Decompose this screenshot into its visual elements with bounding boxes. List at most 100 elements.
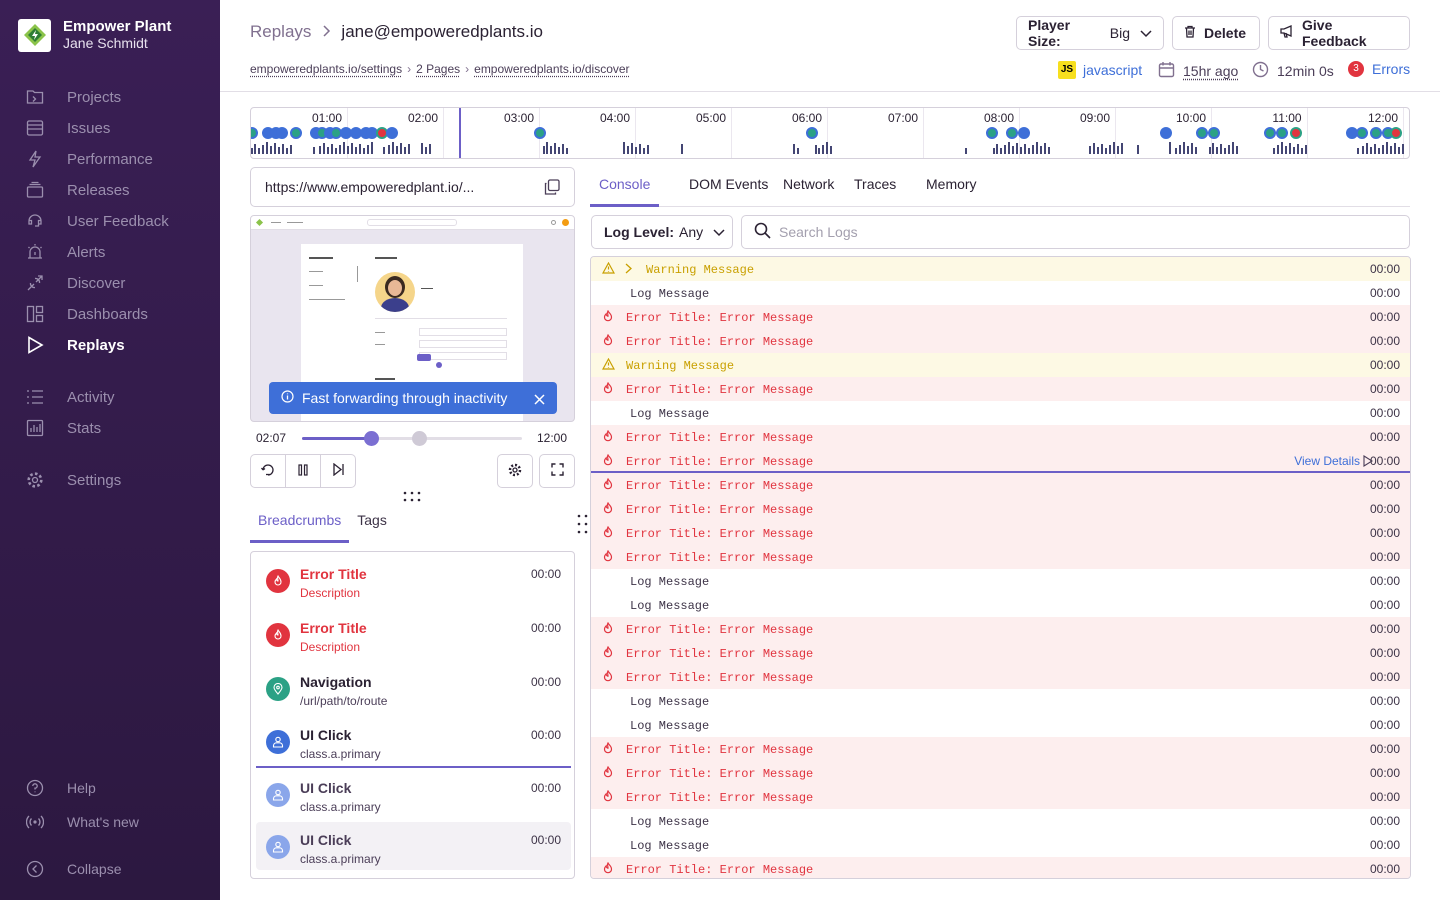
timeline-event-marker[interactable] — [1018, 127, 1030, 139]
console-row-log[interactable]: Log Message 00:00 — [591, 809, 1410, 833]
console-row-log[interactable]: Log Message 00:00 — [591, 833, 1410, 857]
console-row-error[interactable]: Error Title: Error Message 00:00 — [591, 617, 1410, 641]
url-trail-pages[interactable]: 2 Pages — [416, 62, 460, 76]
tab-dom-events[interactable]: DOM Events — [689, 176, 768, 207]
chevron-right-icon[interactable] — [625, 263, 632, 278]
console-row-error[interactable]: Error Title: Error Message 00:00 — [591, 425, 1410, 449]
console-row-error[interactable]: Error Title: Error Message 00:00 — [591, 857, 1410, 878]
sidebar-item-help[interactable]: Help — [24, 777, 96, 799]
tab-tags[interactable]: Tags — [349, 512, 395, 543]
console-row-error[interactable]: Error Title: Error Message 00:00 — [591, 329, 1410, 353]
player-settings-button[interactable] — [497, 454, 533, 488]
console-row-error[interactable]: Error Title: Error Message 00:00 — [591, 377, 1410, 401]
timeline-event-marker[interactable] — [1276, 127, 1288, 139]
sidebar-item-collapse[interactable]: Collapse — [24, 858, 121, 880]
timeline-event-marker[interactable] — [1196, 127, 1208, 139]
console-row-error[interactable]: Error Title: Error Message 00:00 — [591, 545, 1410, 569]
pause-button[interactable] — [285, 454, 321, 488]
timeline-event-marker[interactable] — [1006, 127, 1018, 139]
timeline-event-marker[interactable] — [1160, 127, 1172, 139]
console-row-log[interactable]: Log Message 00:00 — [591, 689, 1410, 713]
replay-player[interactable]: Fast forwarding through inactivity — [250, 215, 575, 422]
errors-meta[interactable]: 3 Errors — [1348, 61, 1410, 77]
player-size-dropdown[interactable]: Player Size: Big — [1016, 16, 1164, 50]
tab-console[interactable]: Console — [590, 176, 660, 207]
tab-network[interactable]: Network — [783, 176, 834, 207]
console-row-error[interactable]: Error Title: Error Message 00:00 — [591, 497, 1410, 521]
console-row-error[interactable]: Error Title: Error Message 00:00 — [591, 521, 1410, 545]
sidebar-item-releases[interactable]: Releases — [24, 179, 130, 201]
breadcrumb-item[interactable]: Navigation/url/path/to/route 00:00 — [256, 664, 571, 714]
sidebar-item-activity[interactable]: Activity — [24, 386, 115, 408]
platform-link[interactable]: javascript — [1083, 62, 1142, 78]
view-details-link[interactable]: View Details — [1294, 454, 1360, 468]
timeline-event-marker[interactable] — [986, 127, 998, 139]
timeline-event-marker[interactable] — [251, 127, 258, 139]
give-feedback-button[interactable]: Give Feedback — [1268, 16, 1410, 50]
timeline-event-marker[interactable] — [1356, 127, 1368, 139]
console-row-error[interactable]: Error Title: Error Message 00:00 — [591, 473, 1410, 497]
console-row-log[interactable]: Log Message 00:00 — [591, 281, 1410, 305]
search-logs-input[interactable] — [779, 224, 1379, 240]
console-row-log[interactable]: Log Message 00:00 — [591, 713, 1410, 737]
console-row-error[interactable]: Error Title: Error Message 00:00 — [591, 761, 1410, 785]
sidebar-item-performance[interactable]: Performance — [24, 148, 153, 170]
timeline-event-marker[interactable] — [1290, 127, 1302, 139]
sidebar-item-replays[interactable]: Replays — [24, 334, 125, 356]
console-row-log[interactable]: Log Message 00:00 — [591, 401, 1410, 425]
url-trail-discover[interactable]: empoweredplants.io/discover — [474, 62, 629, 76]
scrubber-handle[interactable] — [364, 431, 380, 446]
timeline-event-marker[interactable] — [1390, 127, 1402, 139]
breadcrumb-item[interactable]: Error Title Description 00:00 — [256, 610, 571, 660]
console-row-error[interactable]: Error Title: Error Message 00:00 — [591, 665, 1410, 689]
copy-icon[interactable] — [544, 179, 560, 198]
timeline-event-marker[interactable] — [1370, 127, 1382, 139]
console-row-warning[interactable]: Warning Message 00:00 — [591, 257, 1410, 281]
console-row-error[interactable]: Error Title: Error Message 00:00 — [591, 785, 1410, 809]
breadcrumb-item[interactable]: UI Click class.a.primary 00:00 — [256, 717, 571, 767]
console-row-error[interactable]: Error Title: Error Message 00:00 — [591, 737, 1410, 761]
sidebar-item-what-s-new[interactable]: What's new — [24, 811, 139, 833]
rewind-button[interactable] — [250, 454, 286, 488]
console-row-error[interactable]: Error Title: Error Message 00:00 — [591, 641, 1410, 665]
timeline-event-marker[interactable] — [1208, 127, 1220, 139]
org-switcher[interactable]: Empower Plant Jane Schmidt — [18, 18, 171, 52]
horizontal-resize-handle[interactable] — [577, 514, 589, 537]
timeline-event-marker[interactable] — [806, 127, 818, 139]
next-button[interactable] — [320, 454, 356, 488]
vertical-resize-handle[interactable] — [403, 490, 421, 506]
delete-button[interactable]: Delete — [1172, 16, 1260, 50]
sidebar-item-issues[interactable]: Issues — [24, 117, 110, 139]
url-trail-settings[interactable]: empoweredplants.io/settings — [250, 62, 402, 76]
errors-link[interactable]: Errors — [1372, 61, 1410, 77]
console-row-warning[interactable]: Warning Message 00:00 — [591, 353, 1410, 377]
console-row-log[interactable]: Log Message 00:00 — [591, 593, 1410, 617]
fullscreen-button[interactable] — [539, 454, 575, 488]
close-icon[interactable] — [534, 392, 545, 408]
replay-timeline[interactable]: 01:00 02:00 03:00 04:00 05:00 06:00 07:00 08:00… — [250, 107, 1410, 159]
tab-breadcrumbs[interactable]: Breadcrumbs — [250, 512, 350, 543]
sidebar-item-alerts[interactable]: Alerts — [24, 241, 105, 263]
sidebar-item-projects[interactable]: Projects — [24, 86, 121, 108]
sidebar-item-discover[interactable]: Discover — [24, 272, 125, 294]
timeline-event-marker[interactable] — [276, 127, 288, 139]
timeline-event-marker[interactable] — [534, 127, 546, 139]
breadcrumb-item[interactable]: Error Title Description 00:00 — [256, 556, 571, 606]
timeline-event-marker[interactable] — [386, 127, 398, 139]
console-row-error[interactable]: Error Title: Error Message View Details 00… — [591, 449, 1410, 473]
timeline-event-marker[interactable] — [1264, 127, 1276, 139]
sidebar-item-dashboards[interactable]: Dashboards — [24, 303, 148, 325]
breadcrumb-item[interactable]: UI Click class.a.primary 00:00 — [256, 822, 571, 870]
sidebar-item-settings[interactable]: Settings — [24, 469, 121, 491]
breadcrumb-item[interactable]: UI Click class.a.primary 00:00 — [256, 770, 571, 820]
tab-traces[interactable]: Traces — [854, 176, 896, 207]
timeline-playhead[interactable] — [459, 108, 462, 158]
sidebar-item-user-feedback[interactable]: User Feedback — [24, 210, 169, 232]
breadcrumb-replays-link[interactable]: Replays — [250, 22, 311, 42]
tab-memory[interactable]: Memory — [926, 176, 977, 207]
console-row-log[interactable]: Log Message 00:00 — [591, 569, 1410, 593]
log-level-dropdown[interactable]: Log Level: Any — [591, 215, 733, 249]
console-row-error[interactable]: Error Title: Error Message 00:00 — [591, 305, 1410, 329]
timeline-event-marker[interactable] — [290, 127, 302, 139]
sidebar-item-stats[interactable]: Stats — [24, 417, 101, 439]
